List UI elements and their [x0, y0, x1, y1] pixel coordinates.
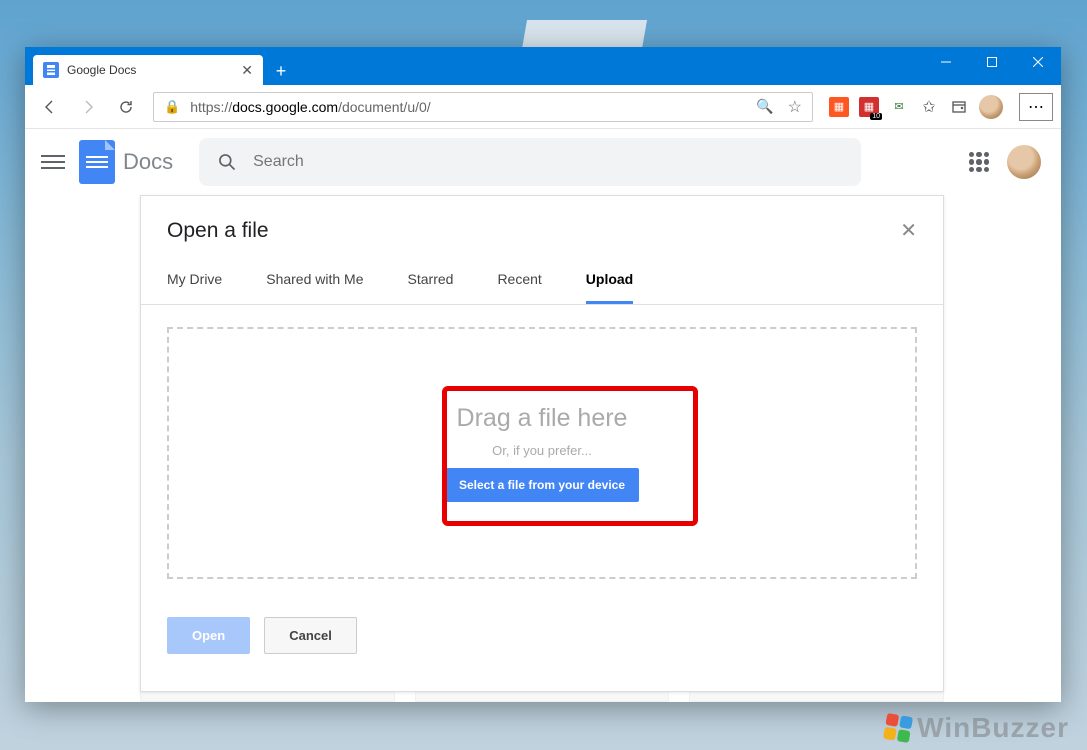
dialog-tabs: My Drive Shared with Me Starred Recent U… — [141, 253, 943, 305]
open-button[interactable]: Open — [167, 617, 250, 654]
maximize-button[interactable] — [969, 47, 1015, 77]
collections-icon[interactable] — [949, 97, 969, 117]
browser-window: Google Docs ✕ + 🔒 https://docs.google.co… — [25, 47, 1061, 702]
google-apps-icon[interactable] — [969, 152, 989, 172]
zoom-icon[interactable]: 🔍 — [756, 98, 773, 115]
tab-recent[interactable]: Recent — [497, 271, 541, 304]
tab-strip: Google Docs ✕ + — [25, 55, 923, 85]
docs-logo-icon — [79, 140, 115, 184]
profile-avatar-icon[interactable] — [979, 95, 1003, 119]
back-button[interactable] — [33, 90, 67, 124]
dialog-title: Open a file — [167, 219, 269, 243]
favorites-list-icon[interactable]: ✩ — [919, 97, 939, 117]
watermark-text: WinBuzzer — [917, 712, 1069, 744]
refresh-button[interactable] — [109, 90, 143, 124]
search-icon — [217, 152, 237, 172]
tab-my-drive[interactable]: My Drive — [167, 271, 222, 304]
watermark-icon — [883, 713, 913, 743]
watermark: WinBuzzer — [885, 712, 1069, 744]
background-documents — [140, 692, 944, 702]
main-menu-icon[interactable] — [41, 155, 65, 169]
window-controls — [923, 47, 1061, 77]
docs-header: Docs — [25, 129, 1061, 195]
browser-tab[interactable]: Google Docs ✕ — [33, 55, 263, 85]
search-box[interactable] — [199, 138, 861, 186]
tab-shared-with-me[interactable]: Shared with Me — [266, 271, 363, 304]
url-box[interactable]: 🔒 https://docs.google.com/document/u/0/ … — [153, 92, 813, 122]
account-avatar-icon[interactable] — [1007, 145, 1041, 179]
docs-favicon-icon — [43, 62, 59, 78]
address-bar: 🔒 https://docs.google.com/document/u/0/ … — [25, 85, 1061, 129]
search-input[interactable] — [253, 153, 843, 171]
minimize-button[interactable] — [923, 47, 969, 77]
favorite-icon[interactable]: ☆ — [788, 97, 802, 117]
more-options-button[interactable]: ⋯ — [1019, 93, 1053, 121]
new-tab-button[interactable]: + — [267, 57, 295, 85]
drop-title: Drag a file here — [457, 404, 628, 433]
page-area: Open a file ✕ My Drive Shared with Me St… — [25, 195, 1061, 702]
close-window-button[interactable] — [1015, 47, 1061, 77]
titlebar: Google Docs ✕ + — [25, 47, 1061, 85]
extension-icon[interactable]: ▦10 — [859, 97, 879, 117]
tab-starred[interactable]: Starred — [408, 271, 454, 304]
cancel-button[interactable]: Cancel — [264, 617, 357, 654]
docs-logo[interactable]: Docs — [79, 140, 173, 184]
open-file-dialog: Open a file ✕ My Drive Shared with Me St… — [140, 195, 944, 692]
lock-icon: 🔒 — [164, 99, 180, 115]
extensions-row: ▦ ▦10 ✉ ✩ ⋯ — [829, 93, 1053, 121]
dialog-close-icon[interactable]: ✕ — [900, 218, 917, 243]
select-file-button[interactable]: Select a file from your device — [445, 468, 639, 502]
url-text: https://docs.google.com/document/u/0/ — [190, 99, 746, 115]
drop-subtitle: Or, if you prefer... — [492, 443, 592, 458]
drop-zone[interactable]: Drag a file here Or, if you prefer... Se… — [167, 327, 917, 579]
tab-upload[interactable]: Upload — [586, 271, 633, 304]
extension-icon[interactable]: ▦ — [829, 97, 849, 117]
docs-logo-text: Docs — [123, 149, 173, 175]
tab-close-icon[interactable]: ✕ — [241, 62, 253, 79]
forward-button[interactable] — [71, 90, 105, 124]
extension-icon[interactable]: ✉ — [889, 97, 909, 117]
tab-title: Google Docs — [67, 63, 233, 77]
